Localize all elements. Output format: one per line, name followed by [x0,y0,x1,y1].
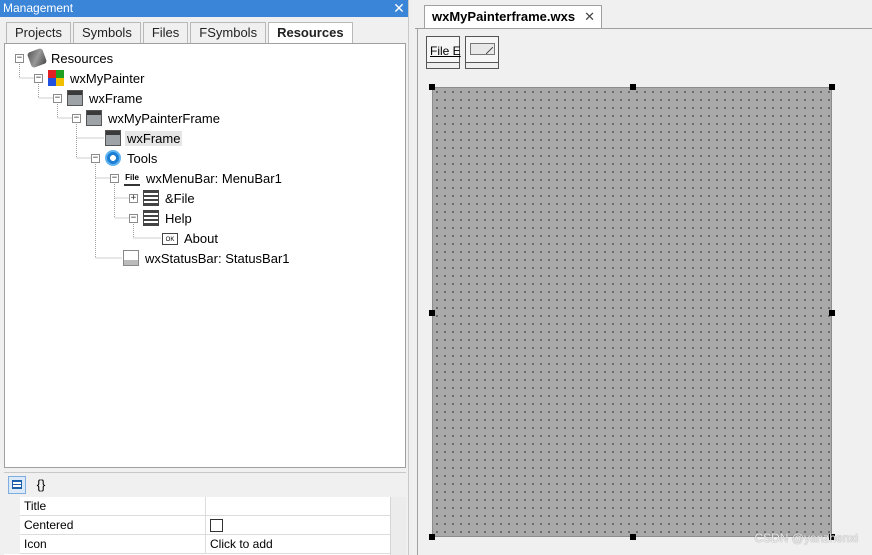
management-tabs: Projects Symbols Files FSymbols Resource… [6,22,355,44]
property-name: Title [20,497,206,516]
resize-handle-left[interactable] [429,310,435,316]
property-toolbar: {} [4,472,406,496]
expand-toggle[interactable]: + [129,193,138,203]
resize-handle-top[interactable] [630,84,636,90]
collapse-toggle[interactable]: − [129,213,138,223]
property-name: Icon [20,535,206,554]
collapse-toggle[interactable]: − [72,113,81,123]
tool-bar-strip [466,62,498,68]
menubar-tool-button[interactable]: File E [426,36,461,69]
frame-icon [67,90,83,106]
property-list-icon [12,480,22,489]
resize-handle-bottom-left[interactable] [429,534,435,540]
form-designer: File E [417,29,872,555]
ide-window: Management ✕ Projects Symbols Files FSym… [0,0,872,555]
resize-handle-right[interactable] [829,310,835,316]
panel-splitter[interactable] [408,0,415,555]
tree-node-menubar[interactable]: − File wxMenuBar: MenuBar1 [110,169,284,187]
collapse-toggle[interactable]: − [110,173,119,183]
resize-handle-bottom[interactable] [630,534,636,540]
frame-icon [105,130,121,146]
tree-node-help-menu[interactable]: − Help [129,209,194,227]
tree-node-label: Help [165,210,192,226]
menu-icon [143,190,159,206]
property-value-centered [206,516,390,535]
tab-resources[interactable]: Resources [268,22,353,44]
tree-node-tools[interactable]: − Tools [91,149,159,167]
resize-grip-icon [486,47,493,54]
events-view-button[interactable]: {} [32,476,50,494]
frame-icon [86,110,102,126]
collapse-toggle[interactable]: − [91,153,100,163]
menubar-tool-label: File E [430,44,461,58]
tree-node-label: Resources [51,50,114,66]
collapse-toggle[interactable]: − [34,73,43,83]
tree-node-label: wxFrame [125,130,183,146]
tree-node-label: wxStatusBar: StatusBar1 [145,250,290,266]
statusbar-icon [123,250,139,266]
management-title: Management [0,0,408,17]
property-value-icon[interactable]: Click to add [206,535,390,554]
collapse-toggle[interactable]: − [53,93,62,103]
tree-node-label: Tools [127,150,158,166]
property-row-title[interactable]: Title [4,497,406,516]
centered-checkbox[interactable] [210,519,223,532]
menubar-icon: File [124,170,140,186]
wx-app-icon [48,70,64,86]
tree-node-label: wxMyPainterFrame [108,110,220,126]
tools-icon [105,150,121,166]
property-grid-scrollbar[interactable] [390,497,406,555]
property-name: Centered [20,516,206,535]
tab-symbols[interactable]: Symbols [72,22,141,43]
tree-node-wxframe-selected[interactable]: wxFrame [105,129,183,147]
menuitem-icon: OK [162,233,178,245]
menu-icon [143,210,159,226]
property-row-icon[interactable]: Icon Click to add [4,535,406,554]
resources-icon [26,47,48,69]
tool-bar-strip [427,62,459,68]
property-row-centered[interactable]: Centered [4,516,406,535]
tree-node-about[interactable]: OK About [162,229,220,247]
tree-node-statusbar[interactable]: wxStatusBar: StatusBar1 [123,249,292,267]
properties-view-button[interactable] [8,475,26,494]
collapse-toggle[interactable]: − [15,53,24,63]
tree-node-label: &File [165,190,195,206]
tree-node-frame[interactable]: − wxFrame [53,89,144,107]
watermark-text: CSDN @yanzhenxi [754,531,858,545]
tree-node-app[interactable]: − wxMyPainter [34,69,146,87]
tree-node-resources[interactable]: − Resources [15,47,115,69]
property-value-title[interactable] [206,497,390,516]
tab-fsymbols[interactable]: FSymbols [190,22,267,43]
tab-projects[interactable]: Projects [6,22,71,43]
tree-node-label: About [184,230,218,246]
document-tab-label: wxMyPainterframe.wxs [432,9,576,24]
resize-handle-top-left[interactable] [429,84,435,90]
row-gutter [4,535,20,554]
tab-files[interactable]: Files [142,22,189,43]
tree-node-label: wxMenuBar: MenuBar1 [146,170,282,186]
tree-node-label: wxFrame [89,90,143,106]
statusbar-tool-button[interactable] [465,36,499,69]
resize-handle-top-right[interactable] [829,84,835,90]
close-icon[interactable]: ✕ [392,0,406,17]
resource-tree: − Resources − wxMyPainter − wxFrame − wx… [4,43,406,468]
management-panel: Management ✕ Projects Symbols Files FSym… [0,0,408,555]
document-tab[interactable]: wxMyPainterframe.wxs ✕ [424,5,603,28]
tree-node-mypainterframe[interactable]: − wxMyPainterFrame [72,109,222,127]
row-gutter [4,497,20,516]
editor-area: wxMyPainterframe.wxs ✕ File E CSDN @yanz… [415,0,872,555]
tree-node-label: wxMyPainter [70,70,145,86]
tree-node-file-menu[interactable]: + &File [129,189,197,207]
row-gutter [4,516,20,535]
close-icon[interactable]: ✕ [584,6,595,28]
frame-canvas[interactable] [429,84,835,540]
property-grid: Title Centered Icon Click to add [4,497,406,555]
